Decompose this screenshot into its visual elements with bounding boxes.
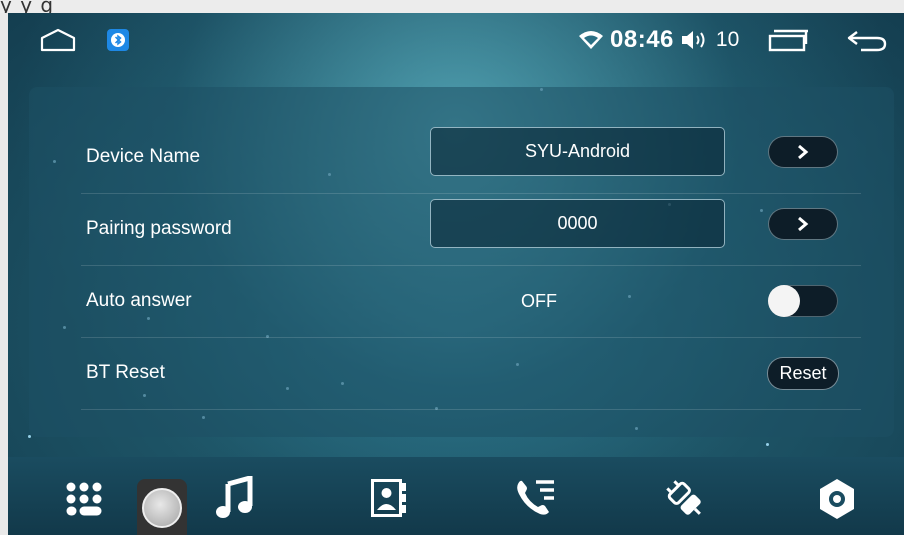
device-name-edit-button[interactable] bbox=[768, 136, 838, 168]
floating-assistive-button[interactable] bbox=[137, 479, 187, 535]
contacts-icon[interactable] bbox=[369, 478, 409, 518]
device-name-row: Device Name SYU-Android bbox=[81, 121, 861, 194]
connection-icon[interactable] bbox=[662, 477, 708, 521]
recent-apps-icon[interactable] bbox=[764, 26, 812, 54]
pairing-password-label: Pairing password bbox=[86, 218, 232, 239]
decorative-star bbox=[28, 435, 31, 438]
device-name-field[interactable]: SYU-Android bbox=[430, 127, 725, 176]
reset-button[interactable]: Reset bbox=[767, 357, 839, 390]
dialpad-icon[interactable] bbox=[64, 479, 104, 519]
bt-reset-label: BT Reset bbox=[86, 362, 165, 383]
music-icon[interactable] bbox=[215, 476, 255, 520]
bluetooth-settings-screen: 08:46 10 Device Name SYU-Android Pairing… bbox=[8, 13, 904, 535]
pairing-password-row: Pairing password 0000 bbox=[81, 193, 861, 266]
decorative-star bbox=[766, 443, 769, 446]
home-icon[interactable] bbox=[40, 27, 76, 53]
settings-icon[interactable] bbox=[814, 477, 860, 521]
top-banner-text: y y g bbox=[0, 0, 55, 13]
call-log-icon[interactable] bbox=[513, 477, 559, 519]
auto-answer-label: Auto answer bbox=[86, 290, 192, 311]
auto-answer-toggle[interactable] bbox=[768, 285, 838, 317]
pairing-password-edit-button[interactable] bbox=[768, 208, 838, 240]
pairing-password-field[interactable]: 0000 bbox=[430, 199, 725, 248]
device-name-label: Device Name bbox=[86, 146, 201, 167]
wifi-icon bbox=[578, 30, 604, 50]
volume-icon[interactable] bbox=[680, 29, 710, 51]
assistive-button-circle bbox=[142, 488, 182, 528]
bluetooth-settings-panel: Device Name SYU-Android Pairing password… bbox=[29, 87, 894, 437]
status-cluster: 08:46 10 bbox=[578, 25, 739, 55]
top-banner: y y g bbox=[0, 0, 904, 13]
volume-level: 10 bbox=[715, 28, 740, 51]
toggle-knob bbox=[768, 285, 800, 317]
auto-answer-row: Auto answer OFF bbox=[81, 265, 861, 338]
bt-reset-row: BT Reset Reset bbox=[81, 337, 861, 410]
chevron-right-icon bbox=[796, 144, 810, 160]
bluetooth-app-icon[interactable] bbox=[106, 28, 130, 52]
auto-answer-status: OFF bbox=[521, 291, 557, 311]
chevron-right-icon bbox=[796, 216, 810, 232]
clock-time: 08:46 bbox=[610, 26, 674, 53]
back-icon[interactable] bbox=[845, 27, 889, 53]
status-bar: 08:46 10 bbox=[8, 13, 904, 65]
